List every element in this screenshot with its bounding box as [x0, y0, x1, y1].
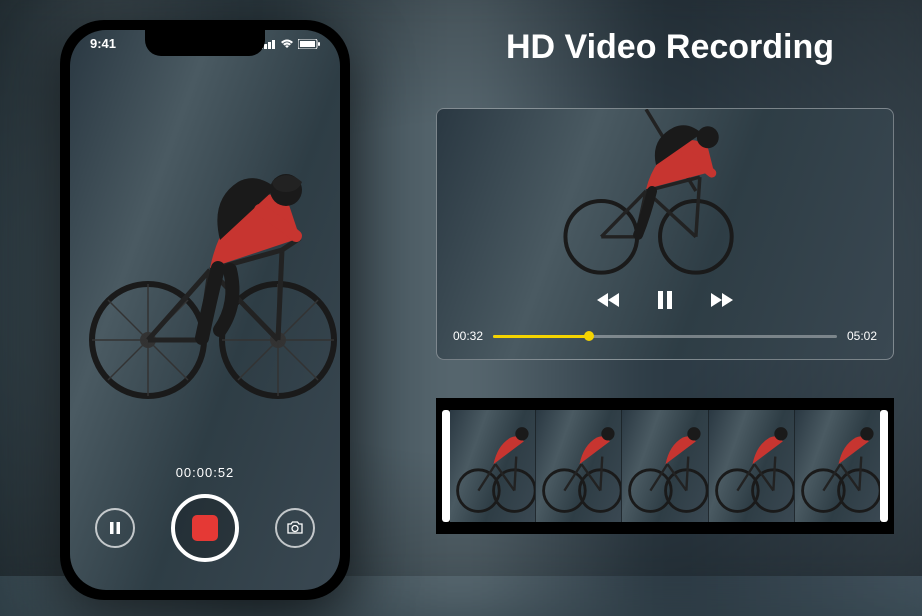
- filmstrip: [436, 398, 894, 534]
- record-stop-button[interactable]: [171, 494, 239, 562]
- recording-controls: 00:00:52: [70, 465, 340, 562]
- stop-icon: [192, 515, 218, 541]
- phone-mockup: 9:41: [60, 20, 350, 600]
- camera-button[interactable]: [275, 508, 315, 548]
- status-time: 9:41: [90, 36, 116, 51]
- rewind-icon: [597, 292, 621, 308]
- progress-knob[interactable]: [584, 331, 594, 341]
- page-title: HD Video Recording: [450, 28, 890, 67]
- pause-icon: [108, 521, 122, 535]
- play-pause-button[interactable]: [650, 285, 680, 315]
- video-player: 00:32 05:02: [436, 108, 894, 360]
- video-frame: [437, 109, 893, 279]
- playback-controls: [437, 285, 893, 315]
- thumbnail: [621, 410, 707, 522]
- camera-viewfinder: [70, 80, 340, 420]
- recording-timer: 00:00:52: [176, 465, 235, 480]
- trim-handle-right[interactable]: [880, 410, 888, 522]
- thumbnail: [535, 410, 621, 522]
- trim-handle-left[interactable]: [442, 410, 450, 522]
- thumbnail: [794, 410, 880, 522]
- forward-button[interactable]: [706, 285, 736, 315]
- thumbnail: [708, 410, 794, 522]
- total-time: 05:02: [847, 329, 877, 343]
- phone-notch: [145, 30, 265, 56]
- current-time: 00:32: [453, 329, 483, 343]
- progress-bar-row: 00:32 05:02: [453, 329, 877, 343]
- status-icons: [260, 36, 320, 51]
- battery-icon: [298, 39, 320, 49]
- forward-icon: [709, 292, 733, 308]
- progress-bar[interactable]: [493, 335, 837, 338]
- pause-button[interactable]: [95, 508, 135, 548]
- camera-icon: [286, 521, 304, 535]
- thumbnail: [450, 410, 535, 522]
- phone-screen: 9:41: [70, 30, 340, 590]
- progress-fill: [493, 335, 589, 338]
- rewind-button[interactable]: [594, 285, 624, 315]
- filmstrip-thumbs[interactable]: [450, 410, 880, 522]
- pause-icon: [657, 291, 673, 309]
- wifi-icon: [280, 39, 294, 49]
